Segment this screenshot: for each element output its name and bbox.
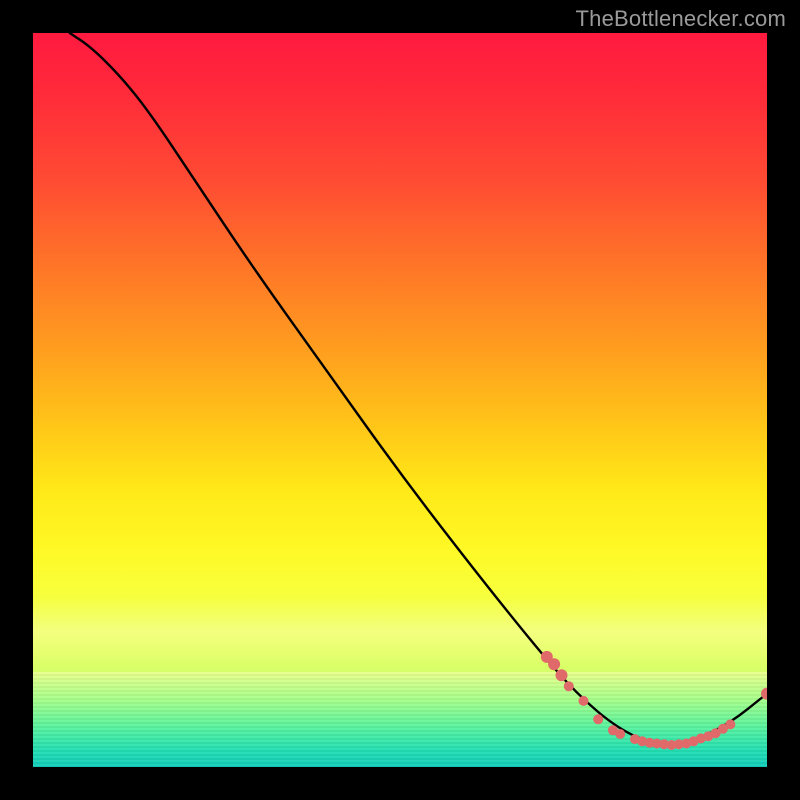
watermark-text: TheBottleneсker.com bbox=[576, 6, 786, 32]
curve-marker bbox=[593, 714, 603, 724]
chart-overlay bbox=[33, 33, 767, 767]
curve-marker bbox=[548, 658, 560, 670]
curve-marker bbox=[556, 669, 568, 681]
curve-marker bbox=[579, 696, 589, 706]
curve-marker bbox=[615, 729, 625, 739]
curve-markers bbox=[541, 651, 767, 750]
plot-area bbox=[33, 33, 767, 767]
curve-marker bbox=[564, 681, 574, 691]
chart-stage: TheBottleneсker.com bbox=[0, 0, 800, 800]
bottleneck-curve bbox=[70, 33, 767, 743]
curve-marker bbox=[725, 719, 735, 729]
